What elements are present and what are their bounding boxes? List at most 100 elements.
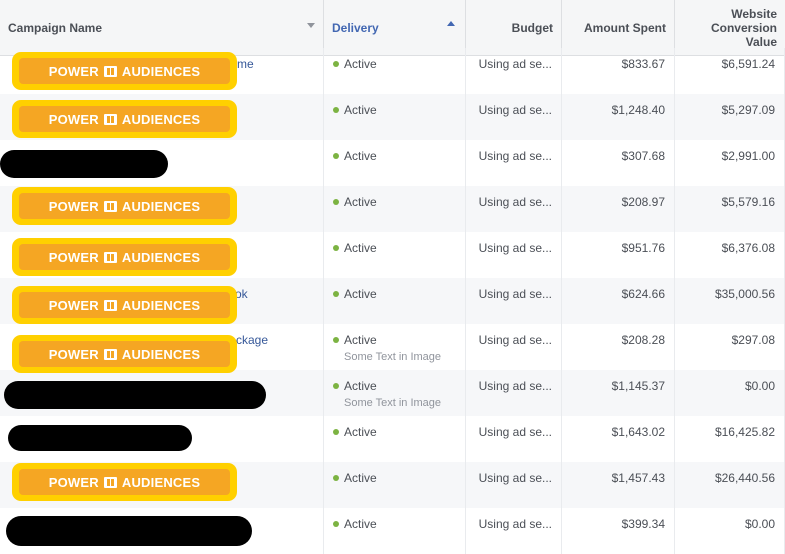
conversion-value-cell: $297.08 [675, 324, 785, 370]
amount-spent-cell: $1,457.43 [562, 462, 675, 508]
delivery-cell: Active [324, 94, 466, 140]
column-header-label: Budget [511, 20, 553, 35]
badge-power-text: POWER [48, 474, 99, 490]
budget-cell: Using ad se... [466, 94, 562, 140]
budget-cell: Using ad se... [466, 186, 562, 232]
delivery-cell: Active Some Text in Image [324, 324, 466, 370]
badge-label: POWER AUDIENCES [19, 244, 230, 270]
amount-spent-cell: $1,248.40 [562, 94, 675, 140]
campaign-name-link[interactable]: ckage [236, 333, 268, 347]
conversion-value-cell: $16,425.82 [675, 416, 785, 462]
delivery-cell: Active [324, 508, 466, 554]
column-header-amount-spent[interactable]: Amount Spent [562, 0, 675, 55]
amount-spent-cell: $951.76 [562, 232, 675, 278]
badge-audiences-text: AUDIENCES [121, 474, 201, 490]
redaction-mark [0, 150, 168, 178]
amount-spent-cell: $399.34 [562, 508, 675, 554]
delivery-status: Active [344, 57, 377, 71]
conversion-value-cell: $6,376.08 [675, 232, 785, 278]
delivery-substatus: Some Text in Image [344, 351, 442, 363]
conversion-value-cell: $6,591.24 [675, 48, 785, 94]
badge-label: POWER AUDIENCES [19, 106, 230, 132]
delivery-status: Active [344, 103, 377, 117]
status-dot-icon [333, 199, 339, 205]
delivery-status: Active [344, 471, 377, 485]
budget-cell: Using ad se... [466, 462, 562, 508]
column-header-campaign-name[interactable]: Campaign Name [0, 0, 324, 55]
column-header-website-conversion-value[interactable]: Website Conversion Value [675, 0, 785, 55]
amount-spent-cell: $208.97 [562, 186, 675, 232]
badge-power-text: POWER [48, 63, 99, 79]
people-icon [103, 200, 117, 212]
status-dot-icon [333, 429, 339, 435]
amount-spent-cell: $624.66 [562, 278, 675, 324]
sort-caret-icon[interactable] [307, 23, 315, 28]
column-header-delivery[interactable]: Delivery [324, 0, 466, 55]
delivery-status: Active [344, 241, 377, 255]
badge-audiences-text: AUDIENCES [121, 63, 201, 79]
delivery-cell: Active [324, 186, 466, 232]
people-icon [103, 299, 117, 311]
column-header-label: Campaign Name [8, 20, 103, 35]
delivery-cell: Active [324, 140, 466, 186]
delivery-cell: Active [324, 232, 466, 278]
badge-label: POWER AUDIENCES [19, 469, 230, 495]
amount-spent-cell: $307.68 [562, 140, 675, 186]
status-dot-icon [333, 383, 339, 389]
delivery-status: Active [344, 287, 377, 301]
campaign-name-link[interactable]: me [237, 57, 254, 71]
badge-label: POWER AUDIENCES [19, 193, 230, 219]
sort-ascending-icon[interactable] [447, 21, 455, 26]
redaction-mark [8, 425, 192, 451]
conversion-value-cell: $2,991.00 [675, 140, 785, 186]
amount-spent-cell: $1,145.37 [562, 370, 675, 416]
budget-cell: Using ad se... [466, 370, 562, 416]
delivery-cell: Active [324, 416, 466, 462]
delivery-status: Active [344, 425, 377, 439]
column-header-budget[interactable]: Budget [466, 0, 562, 55]
delivery-cell: Active [324, 278, 466, 324]
power-audiences-badge: POWER AUDIENCES [12, 286, 237, 324]
delivery-substatus: Some Text in Image [344, 397, 442, 409]
conversion-value-cell: $0.00 [675, 370, 785, 416]
badge-audiences-text: AUDIENCES [121, 297, 201, 313]
amount-spent-cell: $833.67 [562, 48, 675, 94]
redaction-mark [6, 516, 252, 546]
budget-cell: Using ad se... [466, 140, 562, 186]
badge-audiences-text: AUDIENCES [121, 198, 201, 214]
badge-power-text: POWER [48, 198, 99, 214]
people-icon [103, 251, 117, 263]
delivery-cell: Active Some Text in Image [324, 370, 466, 416]
delivery-status: Active [344, 333, 377, 347]
people-icon [103, 113, 117, 125]
people-icon [103, 348, 117, 360]
conversion-value-cell: $26,440.56 [675, 462, 785, 508]
badge-label: POWER AUDIENCES [19, 58, 230, 84]
delivery-status: Active [344, 379, 377, 393]
power-audiences-badge: POWER AUDIENCES [12, 100, 237, 138]
amount-spent-cell: $1,643.02 [562, 416, 675, 462]
budget-cell: Using ad se... [466, 48, 562, 94]
badge-audiences-text: AUDIENCES [121, 249, 201, 265]
badge-label: POWER AUDIENCES [19, 292, 230, 318]
budget-cell: Using ad se... [466, 508, 562, 554]
status-dot-icon [333, 153, 339, 159]
delivery-cell: Active [324, 462, 466, 508]
redaction-mark [4, 381, 266, 409]
badge-power-text: POWER [48, 249, 99, 265]
status-dot-icon [333, 107, 339, 113]
budget-cell: Using ad se... [466, 278, 562, 324]
delivery-status: Active [344, 517, 377, 531]
status-dot-icon [333, 291, 339, 297]
status-dot-icon [333, 337, 339, 343]
status-dot-icon [333, 475, 339, 481]
status-dot-icon [333, 521, 339, 527]
budget-cell: Using ad se... [466, 232, 562, 278]
budget-cell: Using ad se... [466, 416, 562, 462]
people-icon [103, 65, 117, 77]
delivery-status: Active [344, 149, 377, 163]
conversion-value-cell: $5,297.09 [675, 94, 785, 140]
power-audiences-badge: POWER AUDIENCES [12, 52, 237, 90]
amount-spent-cell: $208.28 [562, 324, 675, 370]
badge-power-text: POWER [48, 297, 99, 313]
